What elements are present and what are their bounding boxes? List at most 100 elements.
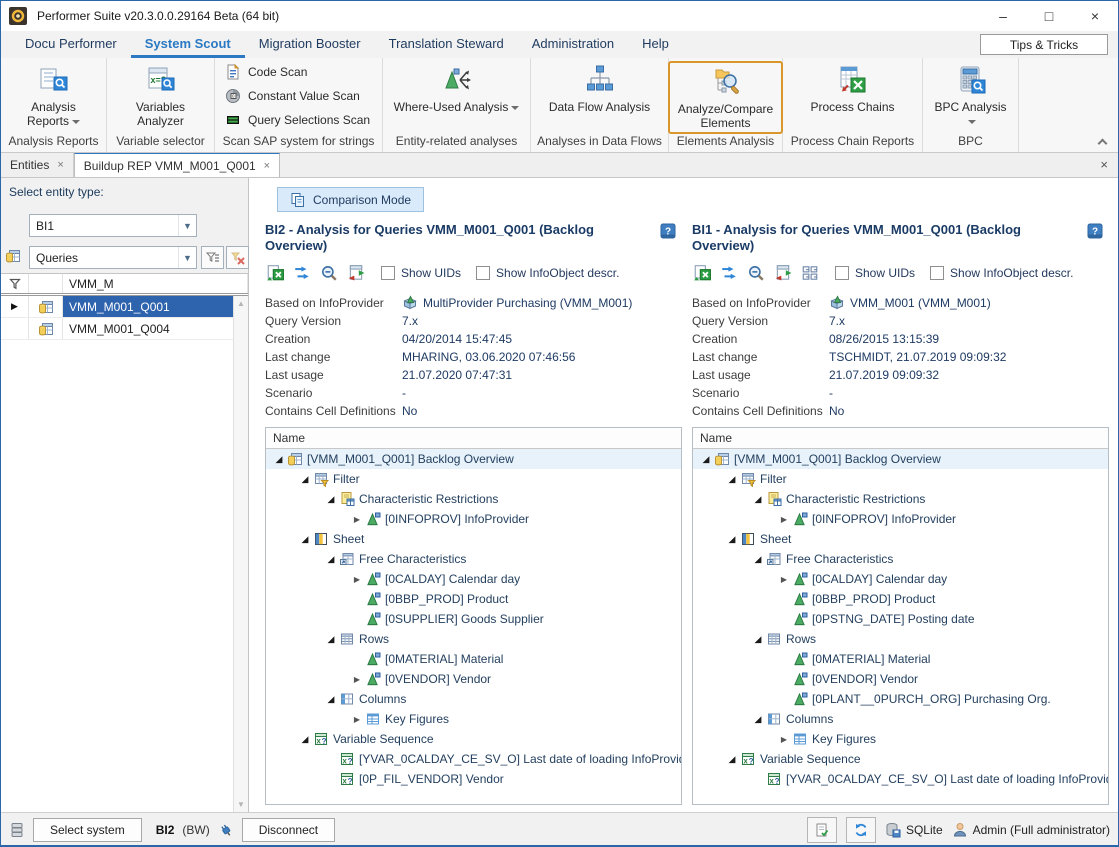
- grid-filter-row[interactable]: VMM_M: [1, 274, 248, 296]
- tree-node[interactable]: ◢Rows: [693, 629, 1108, 649]
- disconnect-button[interactable]: Disconnect: [242, 818, 335, 842]
- comparison-mode-button[interactable]: Comparison Mode: [277, 187, 424, 212]
- expander-icon[interactable]: ◢: [297, 534, 313, 545]
- compare-doc-button[interactable]: [346, 263, 366, 283]
- expander-icon[interactable]: ◢: [750, 494, 766, 505]
- zoom-out-button[interactable]: [319, 263, 339, 283]
- refresh-button[interactable]: [846, 817, 876, 843]
- query-selections-scan-button[interactable]: Query Selections Scan: [225, 112, 372, 128]
- tree-node[interactable]: ◢Rows: [266, 629, 681, 649]
- tab-migration-booster[interactable]: Migration Booster: [245, 31, 375, 58]
- where-used-analysis-button[interactable]: Where-Used Analysis: [386, 61, 528, 116]
- tab-close-icon[interactable]: ×: [264, 160, 270, 172]
- tree-node[interactable]: ◢Sheet: [266, 529, 681, 549]
- analyze-compare-elements-button[interactable]: Analyze/Compare Elements: [668, 61, 783, 134]
- expander-icon[interactable]: ▶: [349, 575, 365, 584]
- tree-node[interactable]: [0MATERIAL] Material: [266, 649, 681, 669]
- tree-node[interactable]: ▶[0INFOPROV] InfoProvider: [693, 509, 1108, 529]
- entity-row[interactable]: VMM_M001_Q004: [1, 318, 248, 340]
- tree-node[interactable]: ◢Free Characteristics: [693, 549, 1108, 569]
- tab-administration[interactable]: Administration: [518, 31, 628, 58]
- tree-node[interactable]: ▶[0INFOPROV] InfoProvider: [266, 509, 681, 529]
- entity-row-label[interactable]: VMM_M001_Q004: [63, 318, 248, 339]
- expander-icon[interactable]: ◢: [750, 634, 766, 645]
- tab-translation-steward[interactable]: Translation Steward: [375, 31, 518, 58]
- tips-tricks-button[interactable]: Tips & Tricks: [980, 34, 1108, 55]
- scroll-up-icon[interactable]: ▲: [237, 299, 245, 308]
- expander-icon[interactable]: ▶: [349, 675, 365, 684]
- entity-grid-scrollbar[interactable]: ▲ ▼: [233, 296, 248, 812]
- report-log-button[interactable]: [807, 817, 837, 843]
- checkbox-show-uids[interactable]: Show UIDs: [835, 266, 915, 280]
- tree-node[interactable]: x?[YVAR_0CALDAY_CE_SV_O] Last date of lo…: [693, 769, 1108, 789]
- expander-icon[interactable]: ▶: [349, 715, 365, 724]
- system-dropdown[interactable]: BI1 ▼: [29, 214, 197, 237]
- tree-node[interactable]: ◢x?Variable Sequence: [266, 729, 681, 749]
- variables-analyzer-button[interactable]: x=? Variables Analyzer: [107, 61, 214, 130]
- tree-node[interactable]: ▶[0CALDAY] Calendar day: [693, 569, 1108, 589]
- select-system-button[interactable]: Select system: [33, 818, 142, 842]
- expander-icon[interactable]: ◢: [297, 474, 313, 485]
- tree-node[interactable]: ◢Characteristic Restrictions: [266, 489, 681, 509]
- tab-system-scout[interactable]: System Scout: [131, 31, 245, 58]
- help-icon[interactable]: ?: [1087, 223, 1103, 239]
- tree-node[interactable]: ▶Key Figures: [693, 729, 1108, 749]
- expander-icon[interactable]: ◢: [750, 714, 766, 725]
- flow-arrows-button[interactable]: [719, 263, 739, 283]
- checkbox-box[interactable]: [930, 266, 944, 280]
- expander-icon[interactable]: ◢: [323, 694, 339, 705]
- constant-value-scan-button[interactable]: 0 Constant Value Scan: [225, 88, 372, 104]
- clear-filter-button[interactable]: [226, 246, 249, 269]
- tree-node[interactable]: ▶[0CALDAY] Calendar day: [266, 569, 681, 589]
- tree-node[interactable]: ▶Key Figures: [266, 709, 681, 729]
- tree-node[interactable]: [0MATERIAL] Material: [693, 649, 1108, 669]
- expander-icon[interactable]: ◢: [323, 494, 339, 505]
- expander-icon[interactable]: ◢: [271, 454, 287, 465]
- checkbox-show-infoobject-descr[interactable]: Show InfoObject descr.: [930, 266, 1073, 280]
- code-scan-button[interactable]: Code Scan: [225, 64, 372, 80]
- checkbox-show-uids[interactable]: Show UIDs: [381, 266, 461, 280]
- filter-button[interactable]: [201, 246, 224, 269]
- tree-node[interactable]: [0SUPPLIER] Goods Supplier: [266, 609, 681, 629]
- scroll-down-icon[interactable]: ▼: [237, 800, 245, 809]
- tree-node[interactable]: ◢x?Variable Sequence: [693, 749, 1108, 769]
- expander-icon[interactable]: ▶: [349, 515, 365, 524]
- checkbox-box[interactable]: [835, 266, 849, 280]
- tree-node[interactable]: [0PLANT__0PURCH_ORG] Purchasing Org.: [693, 689, 1108, 709]
- close-button[interactable]: ×: [1072, 1, 1118, 31]
- expander-icon[interactable]: ◢: [323, 554, 339, 565]
- expander-icon[interactable]: ◢: [698, 454, 714, 465]
- expander-icon[interactable]: ▶: [776, 735, 792, 744]
- linked-grids-button[interactable]: [800, 263, 820, 283]
- tree-node[interactable]: [0BBP_PROD] Product: [693, 589, 1108, 609]
- minimize-button[interactable]: –: [980, 1, 1026, 31]
- expander-icon[interactable]: ◢: [750, 554, 766, 565]
- tab-close-icon[interactable]: ×: [57, 159, 63, 171]
- tree-node[interactable]: x?[YVAR_0CALDAY_CE_SV_O] Last date of lo…: [266, 749, 681, 769]
- bpc-analysis-button[interactable]: BPC Analysis: [926, 61, 1014, 130]
- checkbox-show-infoobject-descr[interactable]: Show InfoObject descr.: [476, 266, 619, 280]
- entity-type-dropdown[interactable]: Queries ▼: [29, 246, 197, 269]
- expander-icon[interactable]: ▶: [776, 515, 792, 524]
- excel-export-button[interactable]: [692, 263, 712, 283]
- chevron-down-icon[interactable]: ▼: [178, 247, 196, 268]
- checkbox-box[interactable]: [476, 266, 490, 280]
- chevron-down-icon[interactable]: ▼: [178, 215, 196, 236]
- entity-row-label[interactable]: VMM_M001_Q001: [63, 296, 248, 317]
- zoom-out-button[interactable]: [746, 263, 766, 283]
- data-flow-analysis-button[interactable]: Data Flow Analysis: [541, 61, 658, 116]
- tab-help[interactable]: Help: [628, 31, 683, 58]
- tree-node[interactable]: ◢Columns: [266, 689, 681, 709]
- checkbox-box[interactable]: [381, 266, 395, 280]
- tree-node[interactable]: ◢Filter: [693, 469, 1108, 489]
- tree-node[interactable]: ◢Free Characteristics: [266, 549, 681, 569]
- tab-docu-performer[interactable]: Docu Performer: [11, 31, 131, 58]
- maximize-button[interactable]: □: [1026, 1, 1072, 31]
- tree-node[interactable]: ◢[VMM_M001_Q001] Backlog Overview: [266, 449, 681, 469]
- tree-node[interactable]: x?[0P_FIL_VENDOR] Vendor: [266, 769, 681, 789]
- tree-node[interactable]: ◢Filter: [266, 469, 681, 489]
- process-chains-button[interactable]: Process Chains: [802, 61, 902, 116]
- grid-filter-input[interactable]: VMM_M: [63, 274, 248, 293]
- excel-export-button[interactable]: [265, 263, 285, 283]
- expander-icon[interactable]: ◢: [724, 534, 740, 545]
